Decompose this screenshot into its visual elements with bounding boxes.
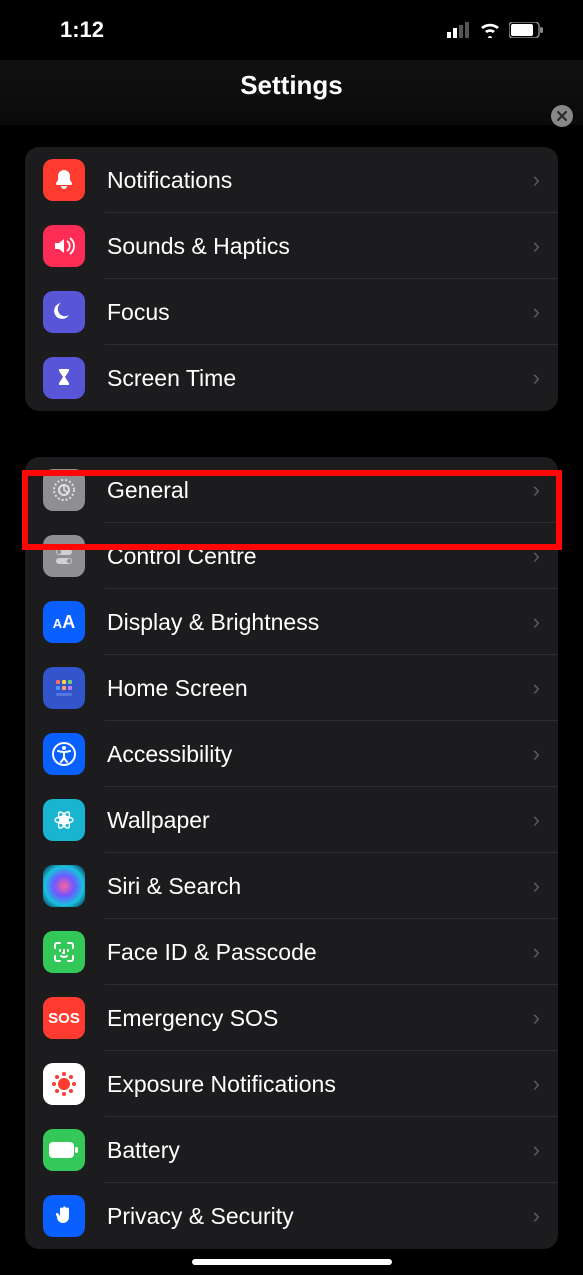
chevron-right-icon: › (533, 807, 540, 833)
row-battery[interactable]: Battery › (25, 1117, 558, 1183)
row-accessibility[interactable]: Accessibility › (25, 721, 558, 787)
row-label: Home Screen (107, 675, 533, 702)
battery-row-icon (43, 1129, 85, 1171)
row-privacy-security[interactable]: Privacy & Security › (25, 1183, 558, 1249)
row-exposure-notifications[interactable]: Exposure Notifications › (25, 1051, 558, 1117)
row-siri-search[interactable]: Siri & Search › (25, 853, 558, 919)
faceid-icon (43, 931, 85, 973)
chevron-right-icon: › (533, 1137, 540, 1163)
row-emergency-sos[interactable]: SOS Emergency SOS › (25, 985, 558, 1051)
row-faceid-passcode[interactable]: Face ID & Passcode › (25, 919, 558, 985)
wifi-icon (479, 22, 501, 38)
header: Settings (0, 60, 583, 125)
chevron-right-icon: › (533, 365, 540, 391)
row-label: General (107, 477, 533, 504)
bell-icon (43, 159, 85, 201)
chevron-right-icon: › (533, 167, 540, 193)
battery-icon (509, 22, 543, 38)
moon-icon (43, 291, 85, 333)
row-label: Control Centre (107, 543, 533, 570)
settings-group-1: Notifications › Sounds & Haptics › Focus… (25, 147, 558, 411)
row-label: Display & Brightness (107, 609, 533, 636)
home-indicator[interactable] (192, 1259, 392, 1265)
hourglass-icon (43, 357, 85, 399)
accessibility-icon (43, 733, 85, 775)
exposure-icon (43, 1063, 85, 1105)
row-label: Screen Time (107, 365, 533, 392)
row-notifications[interactable]: Notifications › (25, 147, 558, 213)
gear-icon (43, 469, 85, 511)
row-label: Focus (107, 299, 533, 326)
chevron-right-icon: › (533, 939, 540, 965)
chevron-right-icon: › (533, 543, 540, 569)
chevron-right-icon: › (533, 477, 540, 503)
status-indicators (447, 22, 543, 38)
sos-icon: SOS (43, 997, 85, 1039)
chevron-right-icon: › (533, 675, 540, 701)
speaker-icon (43, 225, 85, 267)
row-home-screen[interactable]: Home Screen › (25, 655, 558, 721)
row-general[interactable]: General › (25, 457, 558, 523)
status-time: 1:12 (60, 17, 104, 43)
settings-group-2: General › Control Centre › AA Display & … (25, 457, 558, 1249)
row-display-brightness[interactable]: AA Display & Brightness › (25, 589, 558, 655)
switches-icon (43, 535, 85, 577)
chevron-right-icon: › (533, 609, 540, 635)
row-control-centre[interactable]: Control Centre › (25, 523, 558, 589)
row-label: Wallpaper (107, 807, 533, 834)
chevron-right-icon: › (533, 299, 540, 325)
close-icon (557, 111, 567, 121)
row-label: Face ID & Passcode (107, 939, 533, 966)
row-label: Privacy & Security (107, 1203, 533, 1230)
text-size-icon: AA (43, 601, 85, 643)
row-label: Emergency SOS (107, 1005, 533, 1032)
row-label: Battery (107, 1137, 533, 1164)
chevron-right-icon: › (533, 1005, 540, 1031)
chevron-right-icon: › (533, 741, 540, 767)
row-label: Accessibility (107, 741, 533, 768)
chevron-right-icon: › (533, 1071, 540, 1097)
row-wallpaper[interactable]: Wallpaper › (25, 787, 558, 853)
row-label: Notifications (107, 167, 533, 194)
row-focus[interactable]: Focus › (25, 279, 558, 345)
row-label: Siri & Search (107, 873, 533, 900)
cellular-icon (447, 22, 471, 38)
status-bar: 1:12 (0, 0, 583, 60)
row-screen-time[interactable]: Screen Time › (25, 345, 558, 411)
chevron-right-icon: › (533, 233, 540, 259)
row-label: Sounds & Haptics (107, 233, 533, 260)
page-title: Settings (0, 70, 583, 101)
flower-icon (43, 799, 85, 841)
siri-icon (43, 865, 85, 907)
chevron-right-icon: › (533, 873, 540, 899)
hand-icon (43, 1195, 85, 1237)
apps-grid-icon (43, 667, 85, 709)
row-sounds-haptics[interactable]: Sounds & Haptics › (25, 213, 558, 279)
row-label: Exposure Notifications (107, 1071, 533, 1098)
close-button[interactable] (551, 105, 573, 127)
chevron-right-icon: › (533, 1203, 540, 1229)
